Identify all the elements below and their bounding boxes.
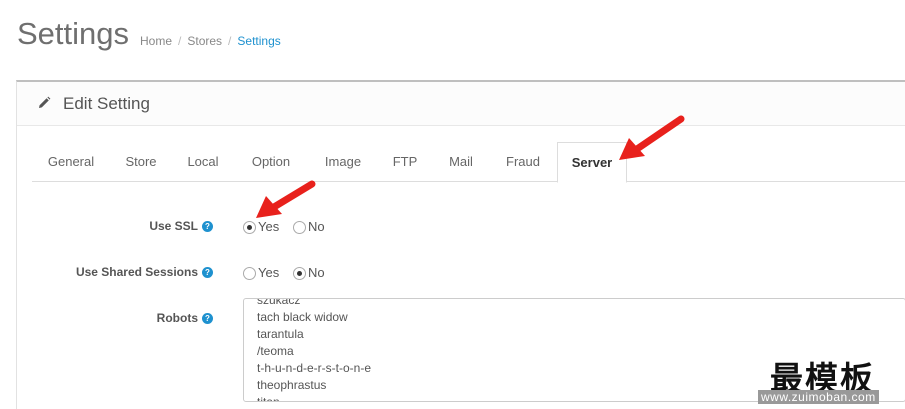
shared-sessions-yes-label: Yes	[258, 265, 280, 280]
shared-sessions-label-text: Use Shared Sessions	[75, 265, 198, 279]
radio-unchecked-icon[interactable]	[243, 267, 256, 281]
pencil-icon	[39, 96, 51, 108]
robots-line: szukacz	[257, 298, 301, 307]
tab-ftp[interactable]: FTP	[378, 142, 432, 182]
robots-line: titan	[257, 395, 280, 402]
tab-fraud[interactable]: Fraud	[490, 142, 556, 182]
robots-label-text: Robots	[156, 311, 198, 325]
watermark-url: www.zuimoban.com	[758, 390, 879, 404]
radio-checked-icon[interactable]	[293, 267, 306, 281]
shared-sessions-yes[interactable]: Yes	[243, 265, 280, 281]
tab-image[interactable]: Image	[308, 142, 378, 182]
robots-line: t-h-u-n-d-e-r-s-t-o-n-e	[257, 361, 372, 375]
robots-line: tarantula	[257, 327, 304, 341]
panel-title: Edit Setting	[63, 94, 150, 113]
page-title: Settings	[17, 16, 130, 51]
page-header: Settings Home / Stores / Settings	[0, 0, 905, 80]
robots-line: theophrastus	[257, 378, 327, 392]
panel-heading: Edit Setting	[17, 82, 905, 126]
breadcrumb-separator: /	[228, 34, 232, 48]
radio-checked-icon[interactable]	[243, 221, 256, 235]
tab-local[interactable]: Local	[172, 142, 234, 182]
help-icon[interactable]: ?	[202, 313, 213, 325]
use-ssl-label: Use SSL?	[149, 219, 213, 233]
shared-sessions-label: Use Shared Sessions?	[76, 265, 213, 279]
shared-sessions-no[interactable]: No	[293, 265, 325, 281]
robots-line: /teoma	[257, 344, 294, 358]
breadcrumb: Home / Stores / Settings	[140, 34, 281, 48]
red-arrow-icon	[619, 115, 685, 160]
tab-store[interactable]: Store	[110, 142, 172, 182]
watermark: 最模板 www.zuimoban.com	[750, 352, 905, 409]
tab-mail[interactable]: Mail	[432, 142, 490, 182]
use-ssl-label-text: Use SSL	[149, 219, 198, 233]
help-icon[interactable]: ?	[202, 221, 213, 233]
breadcrumb-settings[interactable]: Settings	[237, 34, 280, 48]
settings-tabs: General Store Local Option Image FTP Mai…	[32, 142, 905, 183]
shared-sessions-no-label: No	[308, 265, 325, 280]
help-icon[interactable]: ?	[202, 267, 213, 279]
robots-line: tach black widow	[257, 310, 348, 324]
breadcrumb-separator: /	[178, 34, 182, 48]
robots-label: Robots?	[157, 311, 213, 325]
red-arrow-icon	[256, 180, 316, 218]
tab-option[interactable]: Option	[234, 142, 308, 182]
breadcrumb-home[interactable]: Home	[140, 34, 172, 48]
breadcrumb-stores[interactable]: Stores	[187, 34, 222, 48]
robots-lines: szukacz tach black widow tarantula /teom…	[257, 298, 372, 402]
tab-general[interactable]: General	[32, 142, 110, 182]
radio-unchecked-icon[interactable]	[293, 221, 306, 235]
